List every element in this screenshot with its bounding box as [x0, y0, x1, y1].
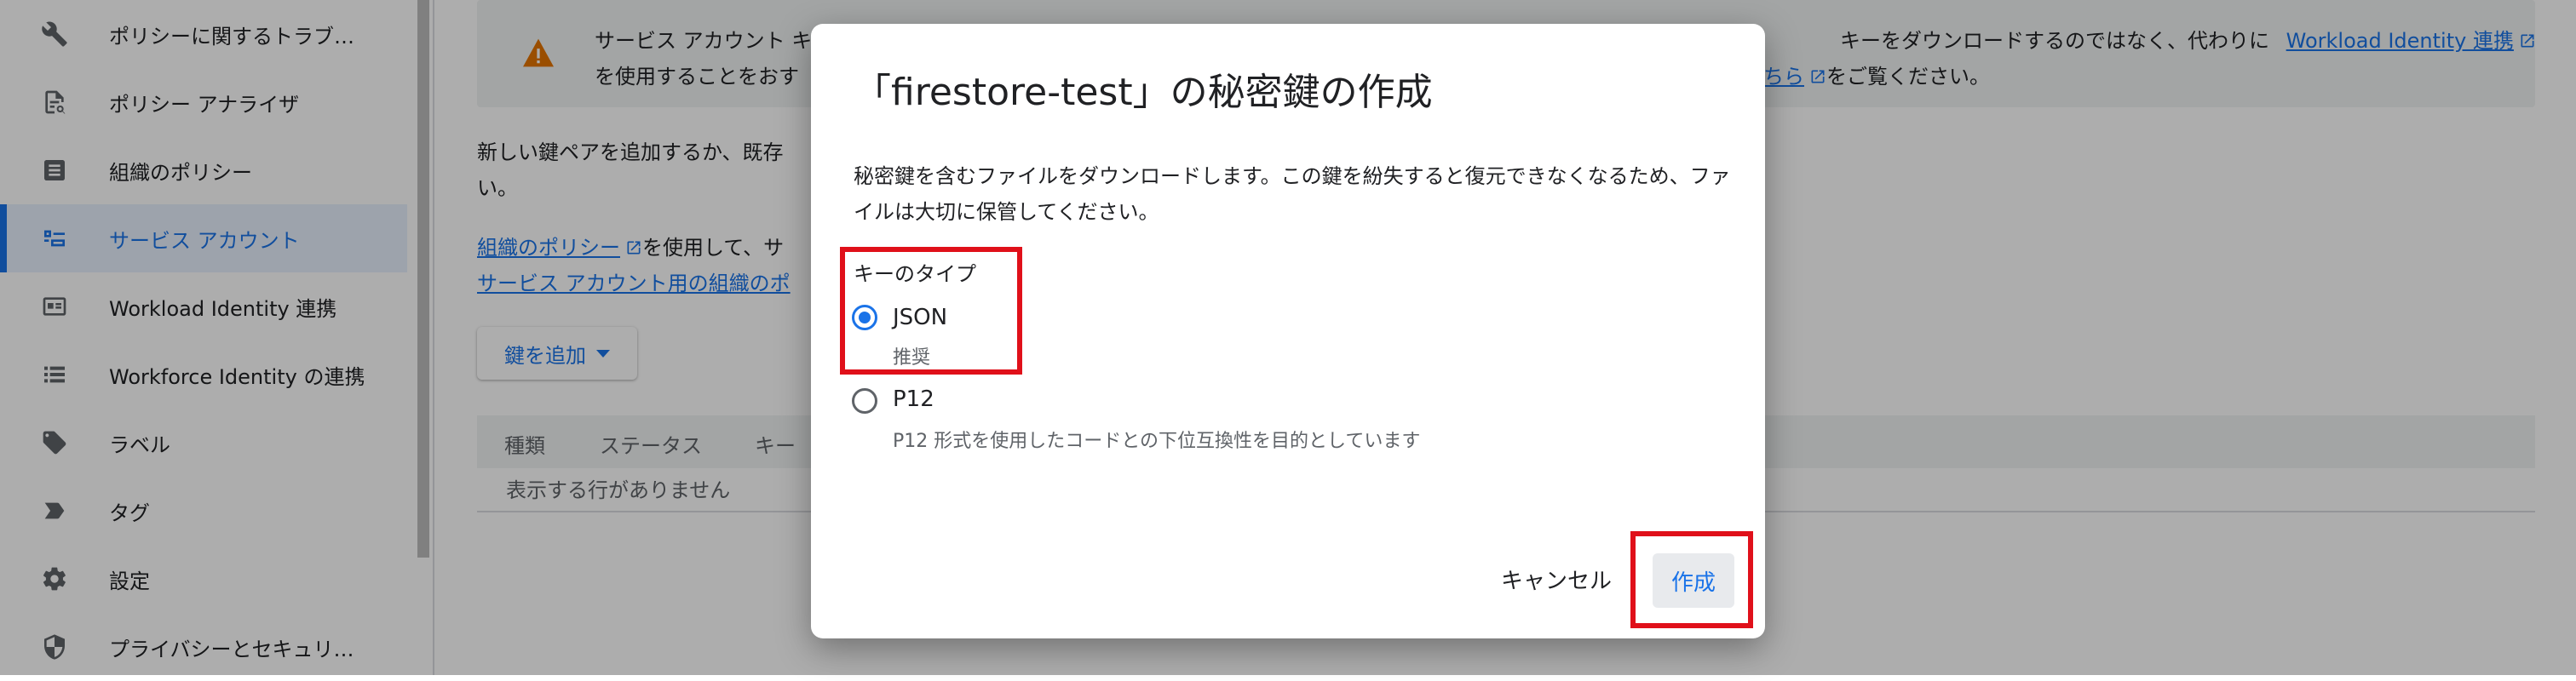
create-private-key-dialog: 「firestore-test」の秘密鍵の作成 秘密鍵を含むファイルをダウンロー…: [811, 24, 1765, 638]
dialog-title: 「firestore-test」の秘密鍵の作成: [854, 71, 1433, 114]
p12-option-label[interactable]: P12: [893, 386, 934, 412]
p12-option-sublabel: P12 形式を使用したコードとの下位互換性を目的としています: [893, 431, 1421, 452]
p12-radio[interactable]: [852, 388, 877, 414]
create-button[interactable]: 作成: [1653, 553, 1734, 608]
key-type-label: キーのタイプ: [854, 262, 976, 286]
json-option-sublabel: 推奨: [893, 347, 931, 369]
dialog-description: 秘密鍵を含むファイルをダウンロードします。この鍵を紛失すると復元できなくなるため…: [854, 164, 1731, 224]
json-option-label[interactable]: JSON: [893, 305, 947, 330]
json-radio[interactable]: [852, 305, 877, 330]
cancel-button[interactable]: キャンセル: [1501, 564, 1612, 595]
